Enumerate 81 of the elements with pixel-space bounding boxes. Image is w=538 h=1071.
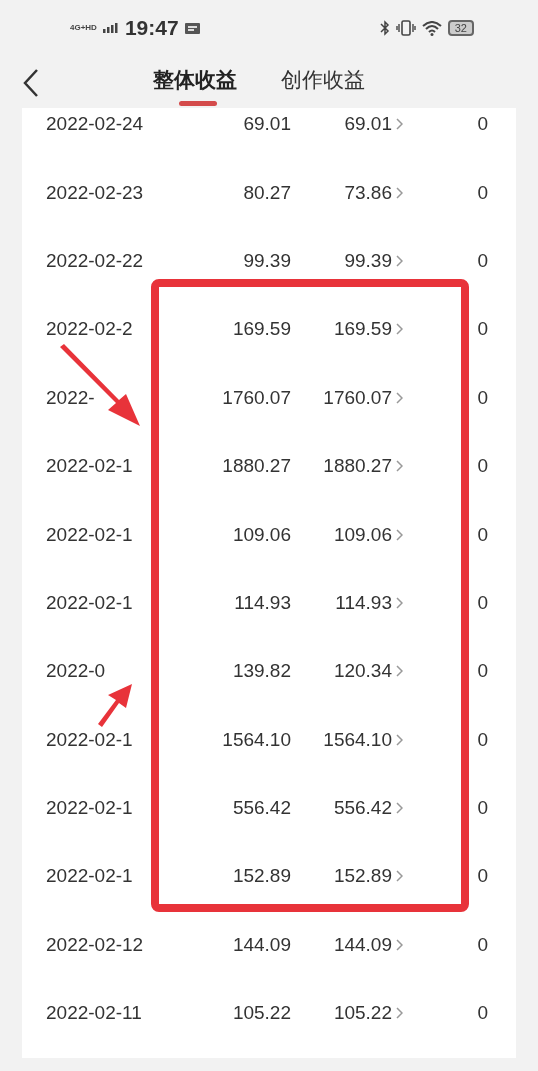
chevron-icon[interactable]: [396, 802, 403, 815]
tab[interactable]: 创作收益: [281, 62, 365, 102]
notification-icon: [184, 22, 200, 34]
value-cell-text: 0: [477, 660, 489, 683]
value-cell-text: 0: [477, 1002, 489, 1025]
chevron-icon[interactable]: [396, 118, 403, 131]
total-cell-text: 109.06: [231, 523, 291, 546]
chevron-icon[interactable]: [396, 665, 403, 678]
total-cell-text: 1564.10: [221, 728, 291, 751]
date-cell-text: 2022-02-2: [45, 318, 134, 341]
creation-cell[interactable]: 1760.07: [291, 386, 392, 409]
value-cell-text: 0: [477, 455, 489, 478]
date-cell-text: 2022-02-11: [45, 1002, 143, 1025]
creation-cell[interactable]: 105.22: [291, 1002, 392, 1025]
date-cell-text: 2022-02-1: [45, 728, 134, 751]
creation-cell[interactable]: 169.59: [291, 318, 392, 341]
creation-cell[interactable]: 1564.10: [291, 728, 392, 751]
date-cell-text: 2022-02-1: [45, 865, 134, 888]
value-cell-text: 0: [477, 797, 489, 820]
value-cell-text: 0: [477, 181, 489, 204]
date-cell-text: 2022-02-1: [45, 455, 134, 478]
value-cell-text: 0: [477, 523, 489, 546]
clock-time: 19:47: [124, 16, 179, 40]
total-cell-text: 69.01: [242, 113, 291, 136]
chevron-icon[interactable]: [396, 596, 403, 609]
battery-indicator: 32: [447, 20, 474, 36]
chevron-icon[interactable]: [396, 938, 403, 951]
value-cell-text: 0: [477, 591, 489, 614]
date-cell-text: 2022-: [45, 386, 96, 409]
wifi-icon: [421, 20, 442, 36]
signal-icon: [102, 23, 119, 33]
value-cell-text: 0: [477, 318, 489, 341]
date-cell-text: 2022-02-1: [45, 591, 134, 614]
date-cell-text: 2022-02-22: [45, 249, 145, 272]
creation-cell[interactable]: 99.39: [291, 249, 392, 272]
date-cell-text: 2022-02-23: [45, 181, 145, 204]
creation-cell[interactable]: 109.06: [291, 523, 392, 546]
chevron-icon[interactable]: [396, 254, 403, 267]
chevron-icon[interactable]: [396, 870, 403, 883]
creation-cell[interactable]: 120.34: [291, 660, 392, 683]
total-cell-text: 105.22: [231, 1002, 291, 1025]
creation-cell[interactable]: 73.86: [291, 181, 392, 204]
total-cell-text: 152.89: [231, 865, 291, 888]
total-cell-text: 556.42: [231, 797, 291, 820]
back-icon[interactable]: [22, 68, 40, 98]
date-cell-text: 2022-0: [45, 660, 107, 683]
creation-cell[interactable]: 144.09: [291, 933, 392, 956]
date-cell-text: 2022-02-1: [45, 797, 134, 820]
chevron-icon[interactable]: [396, 460, 403, 473]
total-cell-text: 1760.07: [221, 386, 291, 409]
value-cell-text: 0: [477, 386, 489, 409]
total-cell-text: 139.82: [231, 660, 291, 683]
total-cell-text: 144.09: [231, 933, 291, 956]
chevron-icon[interactable]: [396, 733, 403, 746]
chevron-icon[interactable]: [396, 528, 403, 541]
value-cell-text: 0: [477, 113, 489, 136]
date-cell-text: 2022-02-24: [45, 113, 145, 136]
creation-cell[interactable]: 152.89: [291, 865, 392, 888]
date-cell-text: 2022-02-1: [45, 523, 134, 546]
creation-cell[interactable]: 556.42: [291, 797, 392, 820]
creation-cell[interactable]: 114.93: [291, 591, 392, 614]
value-cell-text: 0: [477, 728, 489, 751]
network-label: 4G+HD: [70, 24, 97, 32]
total-cell-text: 99.39: [242, 249, 291, 272]
total-cell-text: 114.93: [233, 591, 291, 614]
vibrate-icon: [395, 20, 416, 36]
total-cell-text: 80.27: [242, 181, 291, 204]
creation-cell[interactable]: 69.01: [291, 113, 392, 136]
date-cell-text: 2022-02-12: [45, 933, 145, 956]
total-cell-text: 1880.27: [221, 455, 291, 478]
chevron-icon[interactable]: [396, 186, 403, 199]
value-cell-text: 0: [477, 249, 489, 272]
chevron-icon[interactable]: [396, 323, 403, 336]
annotation-arrow: [98, 684, 132, 727]
chevron-icon[interactable]: [396, 391, 403, 404]
total-cell-text: 169.59: [231, 318, 291, 341]
creation-cell[interactable]: 1880.27: [291, 455, 392, 478]
value-cell-text: 0: [477, 865, 489, 888]
bluetooth-icon: [379, 20, 390, 36]
value-cell-text: 0: [477, 933, 489, 956]
chevron-icon[interactable]: [396, 1007, 403, 1020]
